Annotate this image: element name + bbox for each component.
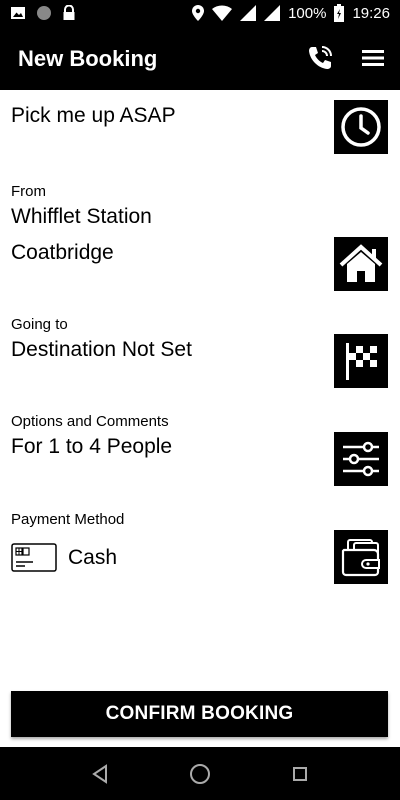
pickup-time-value[interactable]: Pick me up ASAP [11, 104, 176, 128]
payment-button[interactable] [334, 530, 388, 584]
page-title: New Booking [18, 46, 158, 71]
wifi-icon [212, 5, 233, 21]
status-notifications [10, 5, 76, 21]
status-indicators: 100% 19:26 [192, 4, 390, 22]
checkered-flag-icon [346, 343, 377, 380]
status-bar: 100% 19:26 [0, 0, 400, 28]
from-label: From [11, 183, 46, 200]
system-nav-bar [0, 747, 400, 800]
app-bar: New Booking [0, 28, 400, 90]
from-address-line2[interactable]: Coatbridge [11, 241, 114, 265]
back-icon[interactable] [87, 761, 113, 787]
destination-button[interactable] [334, 334, 388, 388]
menu-icon[interactable] [360, 46, 386, 70]
home-nav-icon[interactable] [187, 761, 213, 787]
confirm-booking-button[interactable]: CONFIRM BOOKING [11, 691, 388, 737]
pickup-time-button[interactable] [334, 100, 388, 154]
clock-time: 19:26 [352, 4, 390, 22]
home-icon [339, 244, 383, 282]
signal-icon-2 [264, 5, 281, 21]
wallet-icon [341, 539, 380, 577]
options-button[interactable] [334, 432, 388, 486]
destination-label: Going to [11, 316, 68, 333]
battery-icon [334, 4, 345, 22]
location-icon [192, 5, 205, 21]
sliders-icon [343, 441, 379, 477]
from-address-line1[interactable]: Whifflet Station [11, 205, 152, 229]
options-value[interactable]: For 1 to 4 People [11, 435, 172, 459]
image-icon [11, 7, 25, 19]
payment-value[interactable]: Cash [68, 546, 117, 570]
credit-card-icon [11, 543, 57, 572]
circle-icon [37, 6, 51, 20]
pickup-location-button[interactable] [334, 237, 388, 291]
destination-value[interactable]: Destination Not Set [11, 338, 192, 362]
clock-icon [341, 107, 381, 147]
lock-icon [63, 5, 75, 20]
options-label: Options and Comments [11, 413, 169, 430]
recents-icon[interactable] [287, 761, 313, 787]
signal-icon [240, 5, 257, 21]
payment-label: Payment Method [11, 511, 125, 528]
phone-icon[interactable] [306, 44, 334, 72]
battery-percent: 100% [288, 4, 327, 22]
